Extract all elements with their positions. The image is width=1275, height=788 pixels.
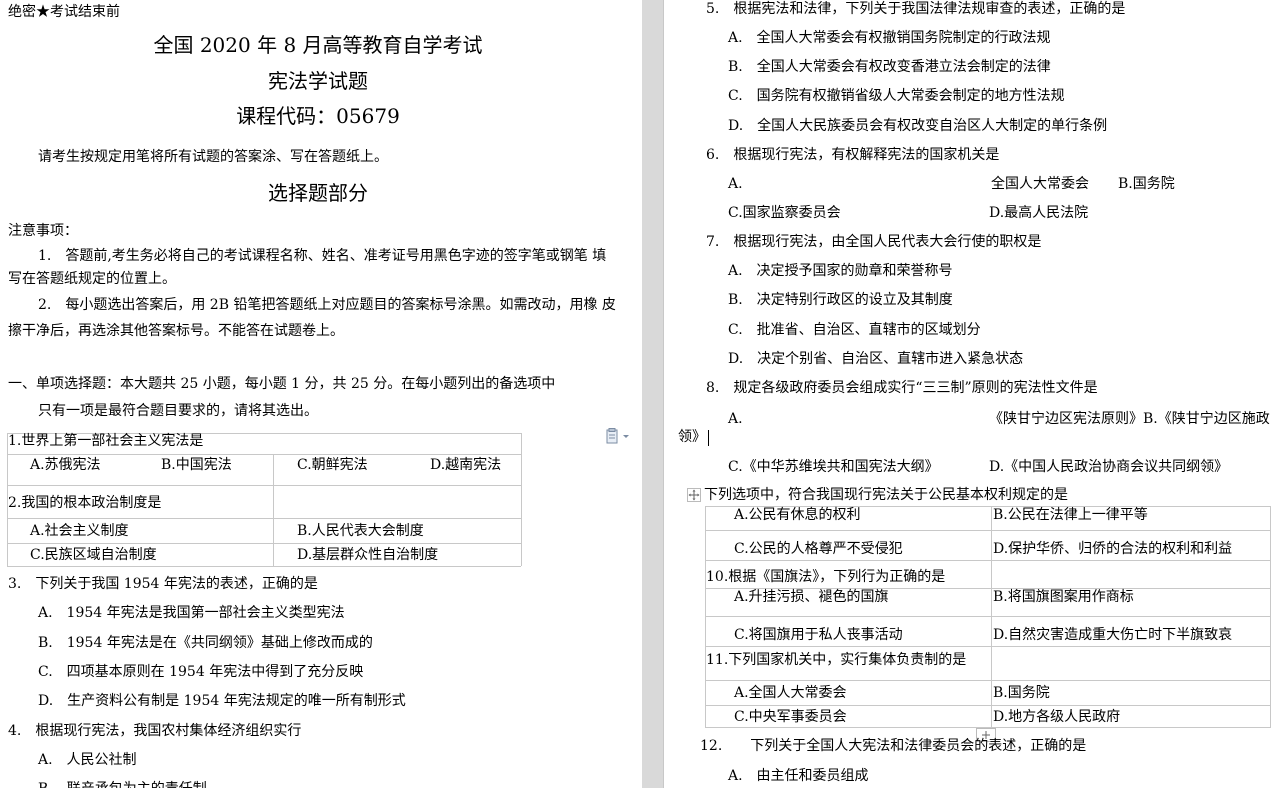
question-3-stem: 3. 下列关于我国 1954 年宪法的表述，正确的是 (8, 576, 318, 592)
question-6-option-a-letter: A. (728, 176, 743, 192)
question-1-stem: 1.世界上第一部社会主义宪法是 (8, 433, 204, 449)
question-1-option-c: C.朝鲜宪法 (297, 457, 368, 473)
table-move-handle-icon[interactable] (687, 488, 701, 502)
question-9-option-c: C.公民的人格尊严不受侵犯 (734, 541, 903, 557)
question-2-option-d: D.基层群众性自治制度 (297, 547, 439, 563)
question-3-option-b: B. 1954 年宪法是在《共同纲领》基础上修改而成的 (38, 635, 373, 651)
question-8-stem: 8. 规定各级政府委员会组成实行“三三制”原则的宪法性文件是 (706, 380, 1098, 396)
table-border (705, 646, 1271, 647)
question-11-stem: 11.下列国家机关中，实行集体负责制的是 (706, 652, 967, 668)
notes-heading: 注意事项： (8, 223, 78, 239)
question-8-option-d: D.《中国人民政治协商会议共同纲领》 (989, 459, 1229, 475)
table-border (7, 485, 521, 486)
exam-title: 全国 2020 年 8 月高等教育自学考试 (153, 33, 483, 57)
question-11-option-c: C.中央军事委员会 (734, 709, 847, 725)
table-border (991, 506, 992, 727)
table-border (705, 530, 1271, 531)
note-1-line-2: 写在答题纸规定的位置上。 (8, 271, 176, 287)
document-page-right[interactable]: 5. 根据宪法和法律，下列关于我国法律法规审查的表述，正确的是 A. 全国人大常… (664, 0, 1275, 788)
table-border (521, 433, 522, 566)
question-2-stem: 2.我国的根本政治制度是 (8, 495, 162, 511)
question-6-option-c: C.国家监察委员会 (728, 205, 841, 221)
table-border (705, 680, 1271, 681)
secret-tag: 绝密★考试结束前 (8, 4, 120, 20)
question-5-option-d: D. 全国人大民族委员会有权改变自治区人大制定的单行条例 (728, 118, 1108, 134)
question-1-option-d: D.越南宪法 (430, 457, 502, 473)
question-5-stem: 5. 根据宪法和法律，下列关于我国法律法规审查的表述，正确的是 (706, 1, 1126, 17)
question-6-option-a: 全国人大常委会 (991, 176, 1089, 192)
document-page-left[interactable]: 绝密★考试结束前 全国 2020 年 8 月高等教育自学考试 宪法学试题 课程代… (0, 0, 642, 788)
table-border (705, 616, 1271, 617)
question-6-option-b: B.国务院 (1118, 176, 1175, 192)
section-title: 选择题部分 (268, 181, 368, 205)
part-1-heading: 一、单项选择题：本大题共 25 小题，每小题 1 分，共 25 分。在每小题列出… (8, 376, 556, 392)
question-1-option-b: B.中国宪法 (161, 457, 232, 473)
table-border (7, 454, 521, 455)
question-8-option-b-wrap: 领》 (678, 429, 706, 445)
table-border (273, 454, 274, 566)
question-12-stem: 12. 下列关于全国人大宪法和法律委员会的表述，正确的是 (700, 738, 1087, 754)
question-6-option-d: D.最高人民法院 (989, 205, 1089, 221)
text-cursor (708, 430, 709, 446)
question-2-option-a: A.社会主义制度 (30, 523, 129, 539)
question-9-option-b: B.公民在法律上一律平等 (993, 507, 1148, 523)
table-border (1270, 506, 1271, 727)
question-4-option-a: A. 人民公社制 (38, 752, 137, 768)
table-border (705, 506, 706, 727)
question-8-option-a-letter: A. (728, 411, 743, 427)
subject-title: 宪法学试题 (268, 69, 368, 93)
question-12-option-a: A. 由主任和委员组成 (728, 768, 869, 784)
question-6-stem: 6. 根据现行宪法，有权解释宪法的国家机关是 (706, 147, 1000, 163)
question-4-stem: 4. 根据现行宪法，我国农村集体经济组织实行 (8, 723, 302, 739)
question-9-option-d: D.保护华侨、归侨的合法的权利和利益 (993, 541, 1233, 557)
question-10-stem: 10.根据《国旗法》，下列行为正确的是 (706, 569, 946, 585)
question-2-option-b: B.人民代表大会制度 (297, 523, 424, 539)
question-7-option-b: B. 决定特别行政区的设立及其制度 (728, 292, 953, 308)
question-9-stem: 下列选项中，符合我国现行宪法关于公民基本权利规定的是 (704, 487, 1068, 503)
question-7-option-c: C. 批准省、自治区、直辖市的区域划分 (728, 322, 981, 338)
question-5-option-b: B. 全国人大常委会有权改变香港立法会制定的法律 (728, 59, 1051, 75)
question-10-option-a: A.升挂污损、褪色的国旗 (734, 589, 889, 605)
course-code: 课程代码：05679 (236, 104, 400, 128)
paste-options-icon[interactable] (606, 428, 632, 444)
question-7-option-d: D. 决定个别省、自治区、直辖市进入紧急状态 (728, 351, 1024, 367)
note-1-line-1: 1. 答题前,考生务必将自己的考试课程名称、姓名、准考证号用黑色字迹的签字笔或钢… (38, 248, 607, 264)
question-2-option-c: C.民族区域自治制度 (30, 547, 157, 563)
table-border (7, 543, 521, 544)
table-border (705, 560, 1271, 561)
page-gutter (642, 0, 664, 788)
table-border (7, 566, 521, 567)
instruction: 请考生按规定用笔将所有试题的答案涂、写在答题纸上。 (38, 149, 388, 165)
table-border (705, 705, 1271, 706)
table-border (7, 518, 521, 519)
question-5-option-a: A. 全国人大常委会有权撤销国务院制定的行政法规 (728, 30, 1051, 46)
question-11-option-b: B.国务院 (993, 685, 1050, 701)
question-8-option-a-b: 《陕甘宁边区宪法原则》B.《陕甘宁边区施政 (989, 411, 1270, 427)
part-1-instruction: 只有一项是最符合题目要求的，请将其选出。 (38, 403, 318, 419)
question-7-option-a: A. 决定授予国家的勋章和荣誉称号 (728, 263, 953, 279)
question-9-option-a: A.公民有休息的权利 (734, 507, 861, 523)
question-3-option-d: D. 生产资料公有制是 1954 年宪法规定的唯一所有制形式 (38, 693, 406, 709)
question-1-option-a: A.苏俄宪法 (30, 457, 101, 473)
question-7-stem: 7. 根据现行宪法，由全国人民代表大会行使的职权是 (706, 234, 1042, 250)
note-2-line-2: 擦干净后，再选涂其他答案标号。不能答在试题卷上。 (8, 323, 344, 339)
question-10-option-c: C.将国旗用于私人丧事活动 (734, 627, 903, 643)
question-5-option-c: C. 国务院有权撤销省级人大常委会制定的地方性法规 (728, 88, 1065, 104)
question-4-option-b: B. 联产承包为主的责任制 (38, 780, 207, 788)
question-3-option-c: C. 四项基本原则在 1954 年宪法中得到了充分反映 (38, 664, 364, 680)
question-10-option-d: D.自然灾害造成重大伤亡时下半旗致哀 (993, 627, 1233, 643)
question-11-option-d: D.地方各级人民政府 (993, 709, 1121, 725)
question-8-option-c: C.《中华苏维埃共和国宪法大纲》 (728, 459, 939, 475)
question-3-option-a: A. 1954 年宪法是我国第一部社会主义类型宪法 (38, 605, 345, 621)
question-10-option-b: B.将国旗图案用作商标 (993, 589, 1134, 605)
note-2-line-1: 2. 每小题选出答案后，用 2B 铅笔把答题纸上对应题目的答案标号涂黑。如需改动… (38, 297, 616, 313)
question-11-option-a: A.全国人大常委会 (734, 685, 847, 701)
